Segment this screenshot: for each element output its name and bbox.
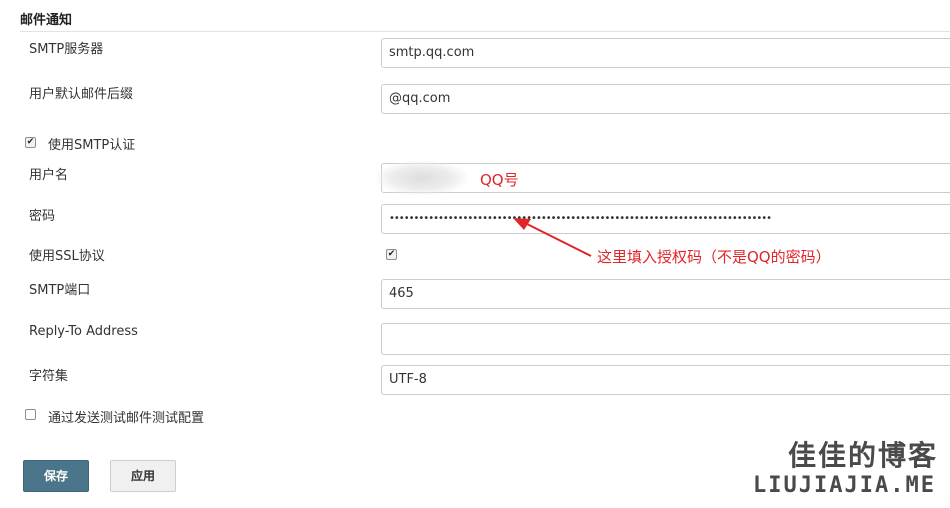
smtp-auth-label: 使用SMTP认证: [48, 138, 136, 153]
reply-to-input[interactable]: [381, 323, 950, 355]
checkmark-icon: ✔: [26, 137, 35, 147]
password-input[interactable]: ••••••••••••••••••••••••••••••••••••••••…: [381, 204, 950, 234]
username-label: 用户名: [29, 168, 69, 183]
test-config-label: 通过发送测试邮件测试配置: [48, 411, 205, 426]
default-suffix-input[interactable]: @qq.com: [381, 84, 950, 114]
redacted-username: [376, 161, 468, 195]
watermark-english: LIUJIAJIA.ME: [753, 473, 936, 498]
use-ssl-checkbox[interactable]: ✔: [386, 249, 397, 260]
use-ssl-label: 使用SSL协议: [29, 249, 105, 264]
watermark-chinese: 佳佳的博客: [787, 439, 938, 472]
apply-button[interactable]: 应用: [110, 460, 176, 492]
arrow-icon: [513, 218, 592, 257]
password-label: 密码: [29, 209, 56, 224]
test-config-checkbox[interactable]: [25, 409, 36, 420]
charset-label: 字符集: [29, 369, 69, 384]
qq-number-annotation: QQ号: [480, 171, 519, 189]
default-suffix-label: 用户默认邮件后缀: [29, 87, 134, 102]
smtp-port-input[interactable]: 465: [381, 279, 950, 309]
smtp-port-label: SMTP端口: [29, 283, 91, 298]
section-title: 邮件通知: [20, 13, 73, 28]
checkmark-icon: ✔: [387, 249, 396, 259]
auth-code-annotation: 这里填入授权码（不是QQ的密码）: [597, 248, 831, 266]
reply-to-label: Reply-To Address: [29, 324, 138, 339]
charset-input[interactable]: UTF-8: [381, 365, 950, 395]
smtp-server-input[interactable]: smtp.qq.com: [381, 38, 950, 68]
smtp-server-label: SMTP服务器: [29, 42, 104, 57]
section-divider: [20, 31, 950, 32]
save-button[interactable]: 保存: [23, 460, 89, 492]
smtp-auth-checkbox[interactable]: ✔: [25, 137, 36, 148]
